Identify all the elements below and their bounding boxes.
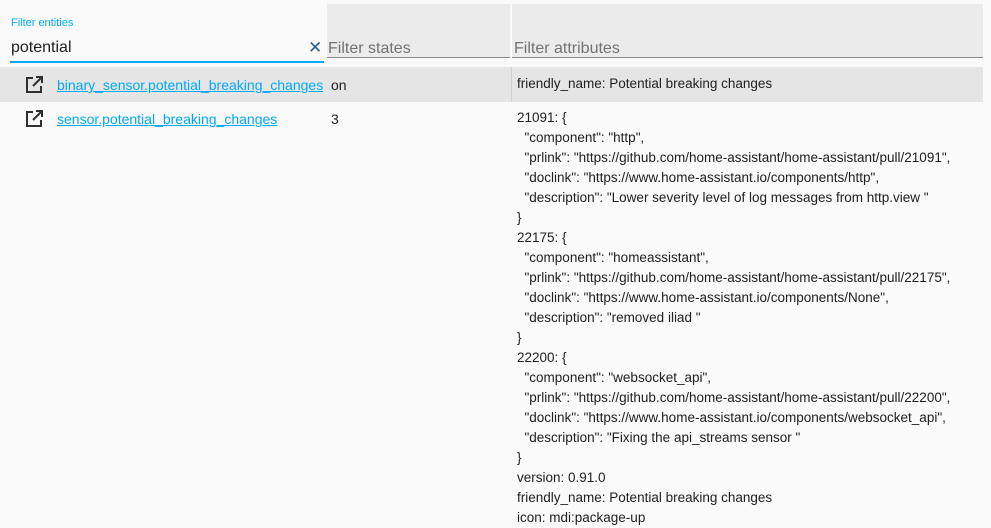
attribute-filter-cell (512, 4, 983, 58)
attributes-text: friendly_name: Potential breaking change… (517, 76, 773, 91)
entity-filter-underline (10, 61, 324, 63)
entity-filter-cell: Filter entities ✕ (0, 4, 325, 63)
attribute-filter-underline (512, 57, 983, 58)
state-filter-underline (327, 57, 510, 58)
entity-filter-label: Filter entities (11, 17, 74, 29)
state-filter-cell (327, 4, 510, 58)
open-in-new-icon[interactable] (24, 75, 44, 95)
filter-header: Filter entities ✕ (0, 0, 991, 64)
open-in-new-icon[interactable] (24, 109, 44, 129)
column-divider (511, 67, 512, 102)
attributes-text: 21091: { "component": "http", "prlink": … (517, 110, 951, 525)
state-value: 3 (331, 111, 339, 127)
entity-filter-input[interactable] (11, 39, 307, 57)
entity-id-link[interactable]: sensor.potential_breaking_changes (57, 111, 277, 127)
table-row: binary_sensor.potential_breaking_changes… (0, 67, 983, 102)
close-icon[interactable]: ✕ (308, 39, 322, 56)
attribute-filter-input[interactable] (514, 40, 974, 58)
entity-id-link[interactable]: binary_sensor.potential_breaking_changes (57, 77, 323, 93)
state-filter-input[interactable] (328, 40, 503, 58)
state-value: on (331, 77, 347, 93)
table-row: sensor.potential_breaking_changes 3 2109… (0, 102, 983, 525)
